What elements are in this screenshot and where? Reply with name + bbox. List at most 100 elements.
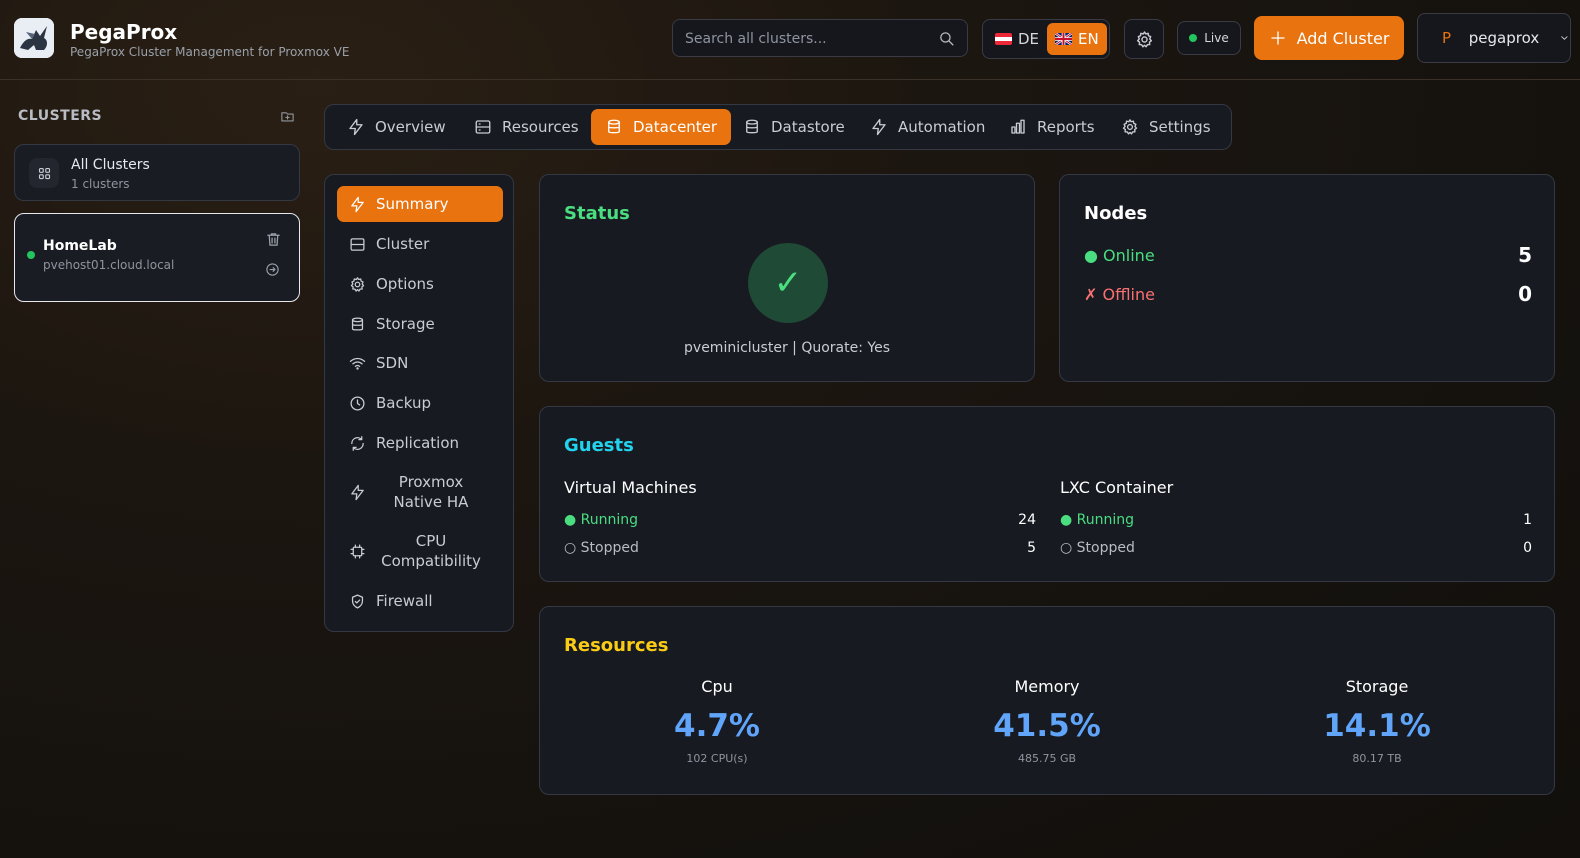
subnav-cluster[interactable]: Cluster <box>337 226 503 262</box>
settings-button[interactable] <box>1124 19 1164 59</box>
subnav-label: Summary <box>376 195 449 213</box>
tab-resources[interactable]: Resources <box>460 109 593 145</box>
live-status-dot <box>1189 34 1198 42</box>
bolt-icon <box>351 484 364 500</box>
search-placeholder: Search all clusters... <box>685 31 827 47</box>
gear-icon <box>1122 119 1138 135</box>
bolt-icon <box>872 118 886 136</box>
search-input[interactable]: Search all clusters... <box>672 19 968 57</box>
subnav-label: Storage <box>376 315 435 333</box>
tab-reports[interactable]: Reports <box>995 109 1109 145</box>
tab-label: Reports <box>1037 118 1095 136</box>
lang-de-button[interactable]: DE <box>987 23 1047 55</box>
subnav-replication[interactable]: Replication <box>337 425 503 461</box>
plus-icon <box>1270 31 1285 45</box>
uk-flag-icon <box>1055 33 1072 45</box>
cluster-item-homelab[interactable]: HomeLab pvehost01.cloud.local <box>14 213 300 302</box>
subnav-proxmox-native-ha[interactable]: Proxmox Native HA <box>337 469 503 515</box>
lxc-title: LXC Container <box>1060 478 1174 497</box>
all-clusters-title: All Clusters <box>71 157 150 173</box>
tab-label: Settings <box>1149 118 1211 136</box>
vm-stopped-label: ○ Stopped <box>564 540 639 556</box>
bolt-icon <box>349 118 363 136</box>
subnav-backup[interactable]: Backup <box>337 385 503 421</box>
chip-icon <box>350 543 365 559</box>
lxc-running-count: 1 <box>1523 512 1532 528</box>
subnav-label: SDN <box>376 354 409 372</box>
lxc-stopped-count: 0 <box>1523 540 1532 556</box>
subnav-storage[interactable]: Storage <box>337 306 503 342</box>
all-clusters-item[interactable]: All Clusters 1 clusters <box>14 144 300 201</box>
subnav-label: Replication <box>376 434 460 452</box>
vm-running-row: ● Running 24 <box>564 512 1036 528</box>
vm-title: Virtual Machines <box>564 478 697 497</box>
main-tabs: Overview Resources Datacenter Datastore … <box>324 104 1232 150</box>
storage-label: Storage <box>1345 677 1409 696</box>
subnav-cpu-compatibility[interactable]: CPU Compatibility <box>337 528 503 574</box>
tab-datacenter[interactable]: Datacenter <box>591 109 732 145</box>
lxc-running-row: ● Running 1 <box>1060 512 1532 528</box>
user-menu[interactable]: P pegaprox <box>1417 13 1571 63</box>
tab-datastore[interactable]: Datastore <box>729 109 859 145</box>
chart-icon <box>1011 119 1025 134</box>
tab-settings[interactable]: Settings <box>1107 109 1225 145</box>
tab-automation[interactable]: Automation <box>856 109 999 145</box>
status-card: Status ✓ pveminicluster | Quorate: Yes <box>539 174 1035 382</box>
lang-de-label: DE <box>1018 30 1040 48</box>
tab-label: Automation <box>898 118 986 136</box>
subnav-summary[interactable]: Summary <box>337 186 503 222</box>
check-icon: ✓ <box>748 243 828 323</box>
guests-title: Guests <box>564 435 634 456</box>
quorum-status-text: pveminicluster | Quorate: Yes <box>684 340 890 356</box>
nodes-offline-row: ✗ Offline 0 <box>1084 282 1532 306</box>
lang-en-button[interactable]: EN <box>1047 23 1107 55</box>
nodes-online-row: ● Online 5 <box>1084 243 1532 267</box>
wifi-icon <box>349 357 366 370</box>
lxc-stopped-row: ○ Stopped 0 <box>1060 540 1532 556</box>
tab-overview[interactable]: Overview <box>333 109 460 145</box>
brand-subtitle: PegaProx Cluster Management for Proxmox … <box>70 45 350 59</box>
subnav-label: Backup <box>376 394 431 412</box>
live-toggle[interactable]: Live <box>1177 21 1241 55</box>
subnav-label: Firewall <box>376 592 433 610</box>
nodes-offline-count: 0 <box>1518 282 1532 306</box>
tab-label: Datacenter <box>633 118 718 136</box>
search-icon <box>940 32 954 46</box>
subnav-options[interactable]: Options <box>337 266 503 302</box>
subnav-label: Proxmox Native HA <box>393 473 469 511</box>
lang-en-label: EN <box>1078 30 1099 48</box>
cluster-name: HomeLab <box>43 238 117 254</box>
server-icon <box>350 237 365 251</box>
subnav-sdn[interactable]: SDN <box>337 345 503 381</box>
lxc-running-label: ● Running <box>1060 512 1135 528</box>
subnav-label: Cluster <box>376 235 430 253</box>
lxc-stopped-label: ○ Stopped <box>1060 540 1135 556</box>
resources-title: Resources <box>564 635 669 656</box>
database-icon <box>746 119 758 134</box>
nodes-card: Nodes ● Online 5 ✗ Offline 0 <box>1059 174 1555 382</box>
grid-icon <box>29 158 59 188</box>
bolt-icon <box>351 196 364 212</box>
gear-icon <box>1136 30 1152 47</box>
cpu-label: Cpu <box>701 677 733 696</box>
server-icon <box>475 120 491 134</box>
nodes-online-label: ● Online <box>1084 245 1155 265</box>
database-icon <box>608 119 620 134</box>
add-cluster-label: Add Cluster <box>1296 28 1390 48</box>
datacenter-subnav: Summary Cluster Options Storage SDN Back… <box>324 174 514 632</box>
clusters-heading: CLUSTERS <box>18 108 103 124</box>
guests-card: Guests Virtual Machines ● Running 24 ○ S… <box>539 406 1555 582</box>
cluster-status-dot <box>27 251 35 259</box>
subnav-firewall[interactable]: Firewall <box>337 583 503 619</box>
add-cluster-button[interactable]: Add Cluster <box>1254 16 1404 60</box>
tab-label: Datastore <box>771 118 845 136</box>
trash-icon[interactable] <box>265 231 282 248</box>
memory-percent: 41.5% <box>993 708 1101 744</box>
language-switcher: DE EN <box>982 19 1110 59</box>
folder-add-icon[interactable] <box>280 109 295 124</box>
vm-running-count: 24 <box>1018 512 1036 528</box>
tab-label: Overview <box>375 118 446 136</box>
arrow-circle-icon[interactable] <box>265 262 280 277</box>
austria-flag-icon <box>995 33 1012 45</box>
pegaprox-logo[interactable] <box>14 18 54 58</box>
